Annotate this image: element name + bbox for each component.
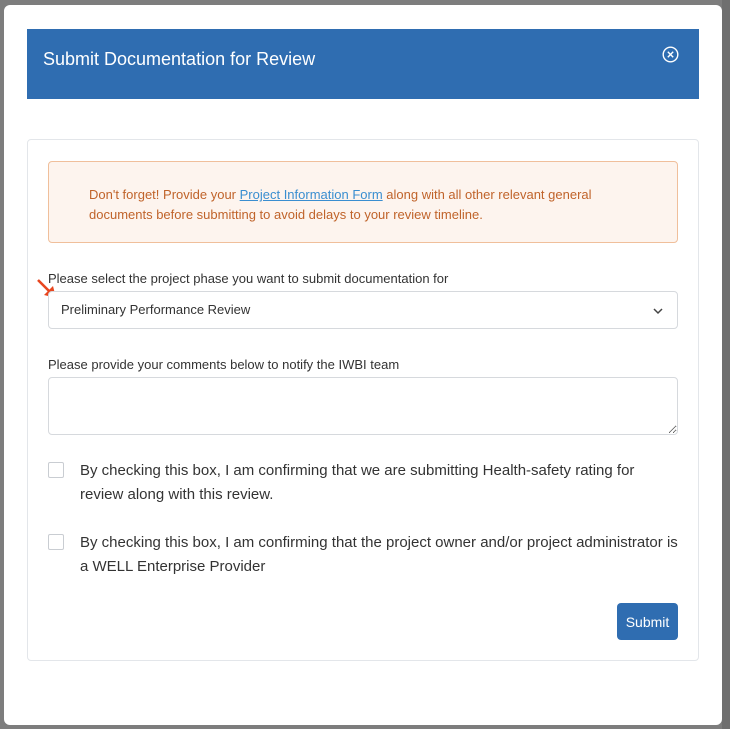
- enterprise-provider-checkbox-label: By checking this box, I am confirming th…: [80, 534, 678, 575]
- close-circle-icon[interactable]: [662, 46, 679, 63]
- submit-documentation-modal: Submit Documentation for Review Don't fo…: [4, 5, 722, 725]
- project-phase-select[interactable]: Preliminary Performance Review: [48, 291, 678, 329]
- modal-title: Submit Documentation for Review: [43, 49, 316, 69]
- modal-header: Submit Documentation for Review: [27, 29, 699, 99]
- chevron-down-icon: [653, 308, 663, 315]
- project-phase-selected-value: Preliminary Performance Review: [61, 302, 251, 317]
- project-information-form-link[interactable]: Project Information Form: [240, 187, 383, 202]
- health-safety-checkbox[interactable]: [48, 462, 64, 478]
- submit-button[interactable]: Submit: [617, 603, 678, 640]
- alert-text: Don't forget! Provide your Project Infor…: [89, 185, 649, 225]
- comments-label: Please provide your comments below to no…: [48, 357, 400, 372]
- alert-text-before: Don't forget! Provide your: [89, 187, 240, 202]
- phase-select-label: Please select the project phase you want…: [48, 271, 449, 286]
- comments-textarea[interactable]: [48, 377, 678, 435]
- modal-backdrop: [722, 0, 730, 729]
- enterprise-provider-checkbox[interactable]: [48, 534, 64, 550]
- form-panel: Don't forget! Provide your Project Infor…: [27, 139, 699, 661]
- health-safety-checkbox-label: By checking this box, I am confirming th…: [80, 462, 635, 503]
- reminder-alert: Don't forget! Provide your Project Infor…: [48, 161, 678, 243]
